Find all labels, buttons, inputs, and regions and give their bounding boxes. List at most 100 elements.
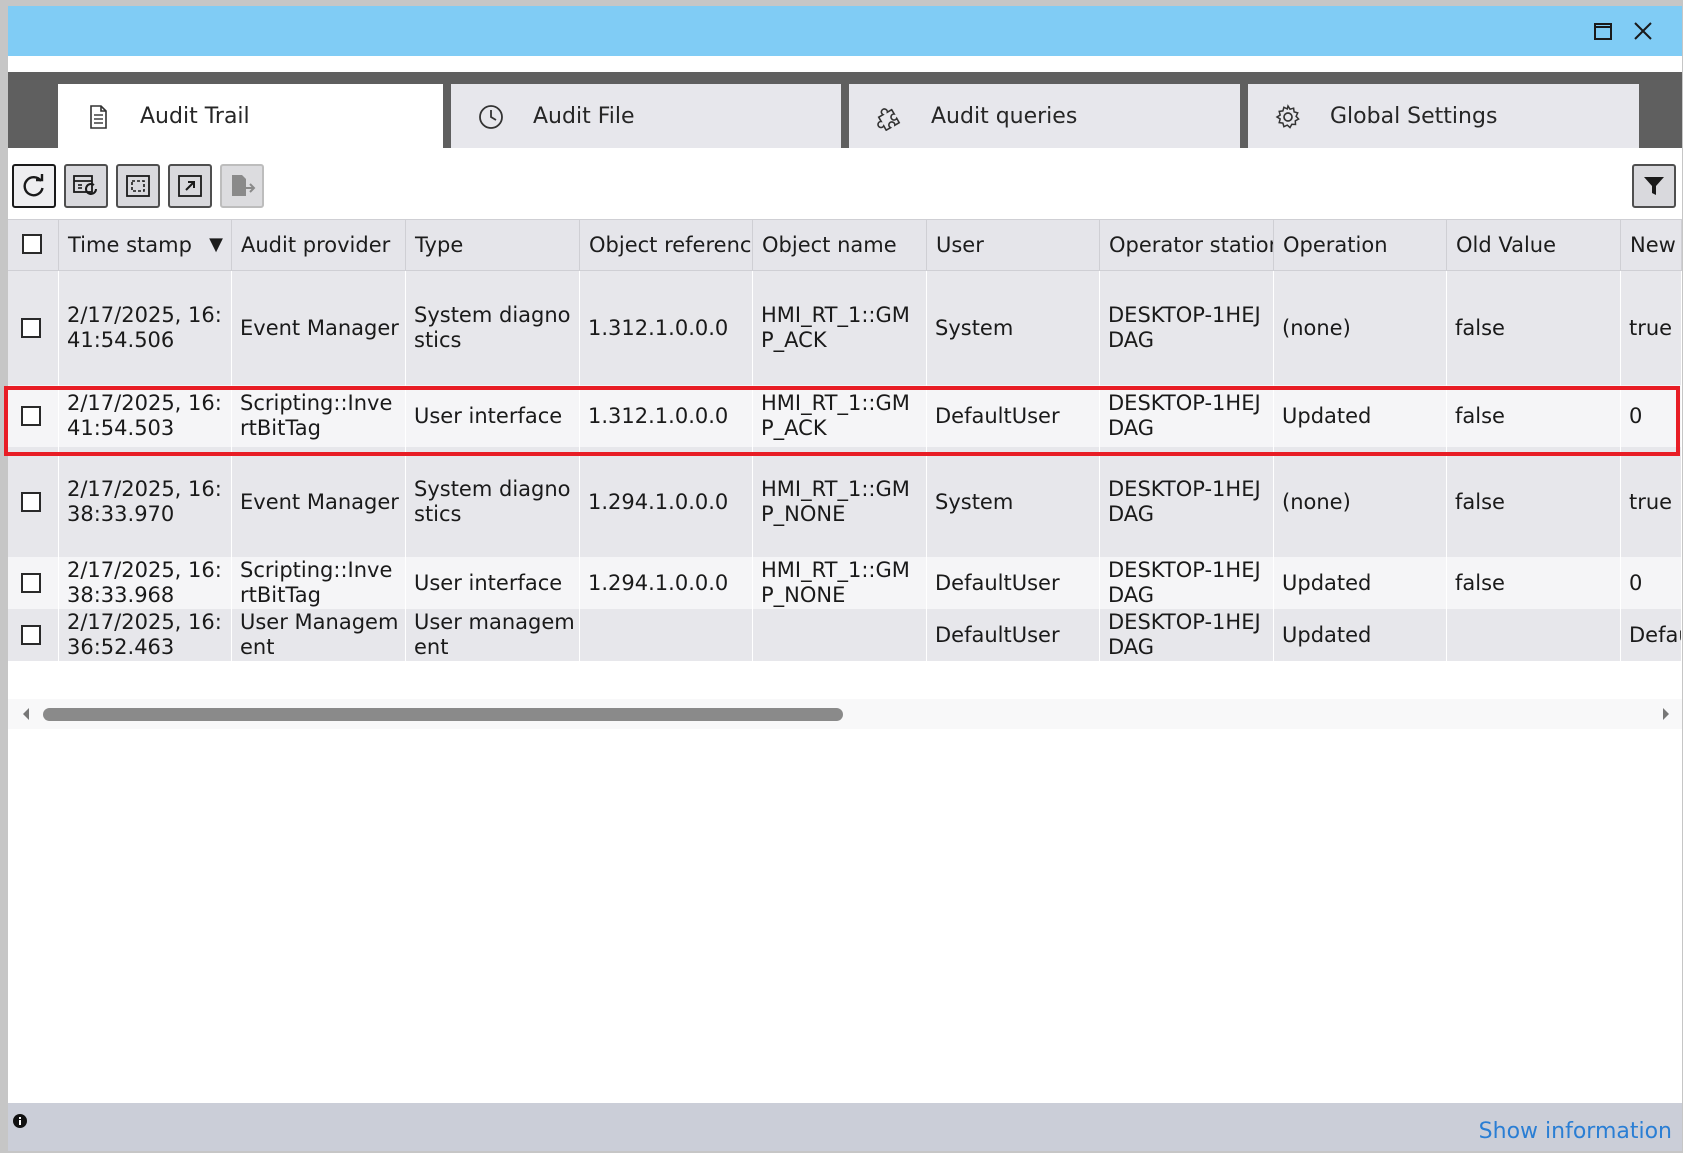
fit-view-button[interactable]	[116, 164, 160, 208]
export-file-icon	[232, 175, 256, 196]
row-select-cell	[8, 447, 59, 557]
row-select-cell	[8, 557, 59, 609]
calendar-refresh-icon	[73, 175, 97, 195]
cell-operator-station: DESKTOP-1HEJDAG	[1100, 271, 1274, 385]
header-type[interactable]: Type	[406, 220, 580, 272]
clock-icon	[477, 103, 505, 131]
cell-user: DefaultUser	[927, 609, 1100, 661]
cell-object-reference: 1.294.1.0.0.0	[580, 447, 753, 557]
header-label: Type	[415, 233, 464, 257]
header-operator-station[interactable]: Operator station	[1100, 220, 1274, 272]
header-label: Operation	[1283, 233, 1388, 257]
cell-time-stamp: 2/17/2025, 16:38:33.968	[59, 557, 232, 609]
cell-object-reference: 1.312.1.0.0.0	[580, 385, 753, 447]
scroll-left-button[interactable]	[18, 705, 34, 723]
cell-new-value: true	[1621, 447, 1682, 557]
cell-old-value: false	[1447, 271, 1621, 385]
show-information-link[interactable]: Show information	[1479, 1119, 1672, 1144]
row-checkbox[interactable]	[21, 318, 41, 338]
cell-operation: (none)	[1274, 271, 1447, 385]
sort-desc-icon: ▼	[209, 234, 223, 255]
header-object-reference[interactable]: Object reference	[580, 220, 753, 272]
row-select-cell	[8, 271, 59, 385]
table-row[interactable]: 2/17/2025, 16:36:52.463 User Management …	[8, 609, 1682, 661]
cell-old-value: false	[1447, 447, 1621, 557]
cell-operation: Updated	[1274, 557, 1447, 609]
cell-audit-provider: Scripting::InvertBitTag	[232, 557, 406, 609]
cell-audit-provider: Event Manager	[232, 271, 406, 385]
export-file-button[interactable]	[220, 164, 264, 208]
cell-type: User interface	[406, 557, 580, 609]
horizontal-scrollbar[interactable]	[8, 699, 1682, 729]
export-view-button[interactable]	[168, 164, 212, 208]
close-button[interactable]	[1630, 18, 1656, 44]
cell-operation: Updated	[1274, 609, 1447, 661]
tab-audit-trail[interactable]: Audit Trail	[58, 84, 443, 148]
scrollbar-thumb[interactable]	[43, 708, 843, 721]
cell-operator-station: DESKTOP-1HEJDAG	[1100, 609, 1274, 661]
header-new-value[interactable]: New Value	[1621, 220, 1682, 272]
cell-operation: (none)	[1274, 447, 1447, 557]
row-checkbox[interactable]	[21, 492, 41, 512]
cell-object-name: HMI_RT_1::GMP_ACK	[753, 271, 927, 385]
cell-audit-provider: Event Manager	[232, 447, 406, 557]
row-checkbox[interactable]	[21, 625, 41, 645]
tab-label: Global Settings	[1330, 104, 1498, 129]
cell-time-stamp: 2/17/2025, 16:38:33.970	[59, 447, 232, 557]
refresh-button[interactable]	[12, 164, 56, 208]
maximize-icon	[1594, 23, 1612, 40]
header-label: Old Value	[1456, 233, 1557, 257]
export-view-icon	[178, 175, 202, 197]
info-icon	[12, 1113, 28, 1129]
cell-type: User interface	[406, 385, 580, 447]
header-label: Object name	[762, 233, 897, 257]
toolbar	[8, 156, 1682, 216]
audit-grid: Time stamp ▼ Audit provider Type Object …	[8, 219, 1682, 691]
row-select-cell	[8, 385, 59, 447]
header-old-value[interactable]: Old Value	[1447, 220, 1621, 272]
header-object-name[interactable]: Object name	[753, 220, 927, 272]
status-bar: Show information	[8, 1103, 1682, 1151]
filter-icon	[1644, 177, 1664, 195]
cell-object-reference: 1.312.1.0.0.0	[580, 271, 753, 385]
cell-old-value: false	[1447, 385, 1621, 447]
cell-new-value: 0	[1621, 385, 1682, 447]
tab-audit-file[interactable]: Audit File	[451, 84, 841, 148]
header-label: Audit provider	[241, 233, 391, 257]
header-label: User	[936, 233, 984, 257]
header-audit-provider[interactable]: Audit provider	[232, 220, 406, 272]
cell-object-name: HMI_RT_1::GMP_NONE	[753, 557, 927, 609]
tab-audit-queries[interactable]: Audit queries	[849, 84, 1240, 148]
cell-operator-station: DESKTOP-1HEJDAG	[1100, 385, 1274, 447]
cell-user: DefaultUser	[927, 557, 1100, 609]
header-label: Operator station	[1109, 233, 1274, 257]
triangle-right-icon	[1663, 708, 1669, 720]
table-row[interactable]: 2/17/2025, 16:41:54.506 Event Manager Sy…	[8, 271, 1682, 385]
cell-object-name: HMI_RT_1::GMP_ACK	[753, 385, 927, 447]
filter-button[interactable]	[1632, 164, 1676, 208]
table-row[interactable]: 2/17/2025, 16:38:33.968 Scripting::Inver…	[8, 557, 1682, 609]
select-all-checkbox[interactable]	[22, 234, 42, 254]
header-user[interactable]: User	[927, 220, 1100, 272]
cell-operation: Updated	[1274, 385, 1447, 447]
tab-label: Audit queries	[931, 104, 1078, 129]
cell-type: System diagnostics	[406, 271, 580, 385]
cell-old-value	[1447, 609, 1621, 661]
cell-user: System	[927, 271, 1100, 385]
fit-view-icon	[126, 175, 150, 197]
header-time-stamp[interactable]: Time stamp ▼	[59, 220, 232, 272]
cell-operator-station: DESKTOP-1HEJDAG	[1100, 447, 1274, 557]
document-icon	[84, 103, 112, 131]
header-operation[interactable]: Operation	[1274, 220, 1447, 272]
reload-range-button[interactable]	[64, 164, 108, 208]
row-checkbox[interactable]	[21, 406, 41, 426]
row-checkbox[interactable]	[21, 573, 41, 593]
maximize-button[interactable]	[1590, 18, 1616, 44]
audit-window: Audit Trail Audit File Audit queries Glo…	[4, 6, 1682, 1151]
table-row-highlighted[interactable]: 2/17/2025, 16:41:54.503 Scripting::Inver…	[8, 385, 1682, 447]
cell-object-reference	[580, 609, 753, 661]
tab-global-settings[interactable]: Global Settings	[1248, 84, 1639, 148]
scroll-right-button[interactable]	[1658, 705, 1674, 723]
gear-icon	[1274, 103, 1302, 131]
table-row[interactable]: 2/17/2025, 16:38:33.970 Event Manager Sy…	[8, 447, 1682, 557]
